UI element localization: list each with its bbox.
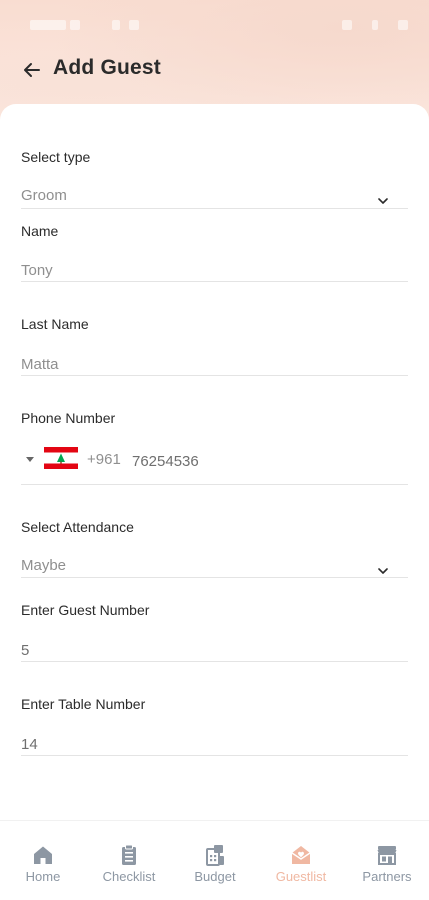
partners-icon bbox=[377, 846, 397, 865]
nav-item-budget[interactable]: Budget bbox=[172, 821, 258, 900]
chevron-down-icon[interactable] bbox=[377, 567, 389, 575]
country-caret-icon[interactable] bbox=[26, 457, 34, 462]
status-icon bbox=[112, 20, 120, 30]
lebanon-flag-icon[interactable] bbox=[44, 447, 78, 469]
status-bar bbox=[0, 14, 429, 38]
bottom-navigation: Home Checklist Budget Guestlist Partners bbox=[0, 820, 429, 900]
status-icon bbox=[342, 20, 352, 30]
chevron-down-icon[interactable] bbox=[377, 197, 389, 205]
back-button[interactable] bbox=[20, 58, 44, 82]
nav-item-checklist[interactable]: Checklist bbox=[86, 821, 172, 900]
budget-icon bbox=[206, 845, 224, 866]
field-underline bbox=[21, 375, 408, 376]
arrow-left-icon bbox=[24, 63, 40, 77]
status-time bbox=[30, 20, 66, 30]
nav-label-budget: Budget bbox=[194, 869, 236, 884]
field-underline bbox=[21, 755, 408, 756]
page-title: Add Guest bbox=[53, 56, 161, 79]
guestlist-icon bbox=[291, 846, 311, 864]
checklist-icon bbox=[122, 844, 136, 865]
field-underline bbox=[21, 208, 408, 209]
field-underline bbox=[21, 281, 408, 282]
name-input[interactable]: Tony bbox=[21, 262, 53, 279]
guest-number-label: Enter Guest Number bbox=[21, 602, 150, 618]
table-number-input[interactable]: 14 bbox=[21, 736, 38, 753]
field-underline bbox=[21, 484, 408, 485]
field-underline bbox=[21, 577, 408, 578]
nav-label-checklist: Checklist bbox=[102, 869, 156, 884]
field-underline bbox=[21, 661, 408, 662]
name-label: Name bbox=[21, 223, 59, 239]
nav-label-partners: Partners bbox=[362, 869, 412, 884]
status-icon bbox=[70, 20, 80, 30]
status-icon bbox=[129, 20, 139, 30]
nav-item-guestlist[interactable]: Guestlist bbox=[258, 821, 344, 900]
phone-number-input[interactable]: 76254536 bbox=[132, 453, 199, 470]
select-type-dropdown[interactable]: Groom bbox=[21, 187, 67, 204]
last-name-input[interactable]: Matta bbox=[21, 356, 59, 373]
nav-item-home[interactable]: Home bbox=[0, 821, 86, 900]
app-header: Add Guest bbox=[0, 50, 429, 90]
select-attendance-label: Select Attendance bbox=[21, 519, 134, 535]
phone-number-label: Phone Number bbox=[21, 410, 116, 426]
nav-label-guestlist: Guestlist bbox=[275, 869, 327, 884]
guest-number-input[interactable]: 5 bbox=[21, 642, 29, 659]
select-type-label: Select type bbox=[21, 149, 91, 165]
home-icon bbox=[34, 846, 52, 864]
flag-graphic bbox=[44, 447, 78, 469]
battery-icon bbox=[398, 20, 408, 30]
nav-item-partners[interactable]: Partners bbox=[344, 821, 429, 900]
status-icon bbox=[372, 20, 378, 30]
select-attendance-dropdown[interactable]: Maybe bbox=[21, 557, 66, 574]
table-number-label: Enter Table Number bbox=[21, 696, 146, 712]
country-dial-code[interactable]: +961 bbox=[87, 451, 121, 468]
nav-label-home: Home bbox=[25, 869, 61, 884]
last-name-label: Last Name bbox=[21, 316, 89, 332]
